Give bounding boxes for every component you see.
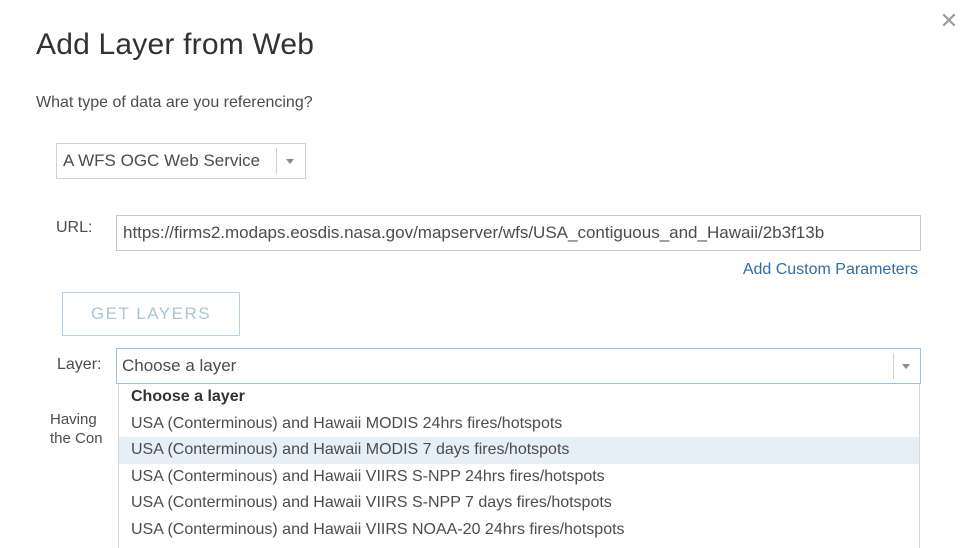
data-type-question: What type of data are you referencing?	[36, 94, 313, 111]
chevron-down-icon	[902, 363, 910, 369]
layer-dropdown-toggle[interactable]	[893, 353, 918, 379]
close-icon[interactable]: ✕	[938, 10, 960, 32]
help-text-line-1: Having	[50, 411, 97, 428]
dialog-title: Add Layer from Web	[36, 28, 315, 61]
layer-option[interactable]: USA (Conterminous) and Hawaii VIIRS NOAA…	[119, 517, 919, 544]
layer-option[interactable]: Choose a layer	[119, 384, 919, 411]
data-type-dropdown-toggle[interactable]	[276, 148, 303, 174]
layer-selected-value: Choose a layer	[122, 356, 237, 375]
chevron-down-icon	[286, 158, 294, 164]
layer-dropdown-list: Choose a layer USA (Conterminous) and Ha…	[118, 384, 920, 548]
add-custom-parameters-link[interactable]: Add Custom Parameters	[743, 261, 918, 279]
url-label: URL:	[56, 219, 93, 236]
layer-label: Layer:	[57, 356, 102, 373]
layer-option[interactable]: USA (Conterminous) and Hawaii VIIRS S-NP…	[119, 464, 919, 491]
layer-option[interactable]: USA (Conterminous) and Hawaii VIIRS S-NP…	[119, 490, 919, 517]
add-layer-dialog: ✕ Add Layer from Web What type of data a…	[0, 0, 972, 548]
help-text-partial: Having the Con	[50, 410, 120, 448]
data-type-selected-value: A WFS OGC Web Service	[63, 151, 261, 170]
get-layers-button[interactable]: GET LAYERS	[62, 292, 240, 336]
data-type-select[interactable]: A WFS OGC Web Service	[56, 143, 306, 179]
help-text-line-2: the Con	[50, 430, 103, 447]
layer-option-highlighted[interactable]: USA (Conterminous) and Hawaii MODIS 7 da…	[119, 437, 919, 464]
url-input[interactable]: https://firms2.modaps.eosdis.nasa.gov/ma…	[116, 215, 921, 251]
layer-select[interactable]: Choose a layer	[116, 348, 921, 384]
layer-option[interactable]: USA (Conterminous) and Hawaii MODIS 24hr…	[119, 411, 919, 438]
